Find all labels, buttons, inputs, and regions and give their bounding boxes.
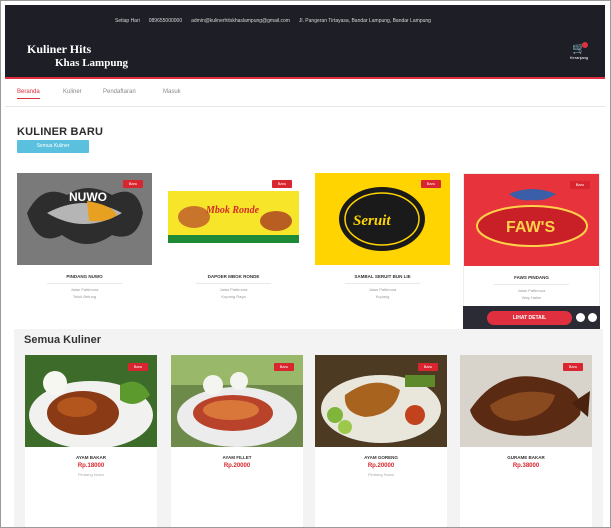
new-badge: Baru: [123, 180, 143, 188]
menu-item-card[interactable]: Baru AYAM BAKAR Rp.18000 Pindang Nuwo: [25, 355, 157, 527]
divider: [196, 283, 271, 284]
kuliner-area: Kupang: [375, 294, 390, 299]
new-kuliner-card[interactable]: NUWO Baru PINDANG NUWO Jalan Pattimura T…: [17, 173, 152, 308]
nav-item-beranda[interactable]: Beranda: [17, 89, 40, 99]
topbar-phone: 089655000000: [148, 18, 183, 24]
kuliner-name: DAPOER MBOK RONDE: [207, 274, 260, 279]
menu-item-price: Rp.20000: [367, 463, 395, 469]
kuliner-name: SAMBAL SERUIT BUN LIE: [354, 274, 411, 279]
new-badge: Baru: [563, 363, 583, 371]
menu-item-name: GURAME BAKAR: [507, 455, 545, 460]
contact-topbar: Setiap Hari 089655000000 admin@kulinerhi…: [115, 18, 595, 24]
topbar-hours: Setiap Hari: [115, 18, 140, 24]
new-kuliner-card[interactable]: Mbok Ronde Baru DAPOER MBOK RONDE Jalan …: [166, 173, 301, 308]
all-kuliner-button[interactable]: Semua Kuliner: [17, 140, 89, 153]
carousel-dot[interactable]: [576, 313, 585, 322]
topbar-email: admin@kulinerhitskhaslampung@gmail.com: [191, 18, 290, 24]
carousel-dot[interactable]: [588, 313, 597, 322]
divider: [345, 283, 420, 284]
cart-badge: [582, 42, 588, 48]
new-badge: Baru: [274, 363, 294, 371]
new-kuliner-card[interactable]: Seruit Baru SAMBAL SERUIT BUN LIE Jalan …: [315, 173, 450, 308]
seruit-logo-text: Seruit: [353, 213, 391, 229]
new-kuliner-card[interactable]: FAW'S Baru FAWS PINDANG Jalan Pattimura …: [463, 173, 600, 308]
divider: [494, 284, 569, 285]
mbok-ronde-logo-text: Mbok Ronde: [205, 205, 260, 216]
kuliner-address: Jalan Pattimura: [70, 287, 99, 292]
menu-item-store: Pindang Nuwo: [77, 472, 105, 477]
nuwo-logo-text: NUWO: [69, 190, 107, 204]
nav-item-pendaftaran[interactable]: Pendaftaran: [103, 89, 136, 95]
kuliner-area: Way Halim: [521, 295, 542, 300]
cart-icon: 🛒: [572, 43, 586, 55]
brand-line-1: Kuliner Hits: [27, 42, 92, 56]
menu-item-card[interactable]: Baru AYAM GORENG Rp.20000 Pindang Nuwo: [315, 355, 447, 527]
menu-item-name: AYAM BAKAR: [76, 455, 106, 460]
new-badge: Baru: [570, 181, 590, 189]
browser-frame: Setiap Hari 089655000000 admin@kulinerhi…: [0, 0, 611, 528]
new-badge: Baru: [128, 363, 148, 371]
kuliner-name: PINDANG NUWO: [66, 274, 103, 279]
detail-button[interactable]: LIHAT DETAIL: [487, 311, 572, 325]
kuliner-address: Jalan Pattimura: [219, 287, 248, 292]
menu-item-name: AYAM FILLET: [222, 455, 252, 460]
brand-line-2: Khas Lampung: [55, 57, 129, 69]
section-title-semua-kuliner: Semua Kuliner: [24, 334, 102, 346]
kuliner-address: Jalan Pattimura: [517, 288, 546, 293]
nav-item-masuk[interactable]: Masuk: [163, 89, 181, 95]
menu-item-card[interactable]: Baru GURAME BAKAR Rp.38000: [460, 355, 592, 527]
kuliner-area: Teluk Betung: [72, 294, 97, 299]
menu-item-card[interactable]: Baru AYAM FILLET Rp.20000: [171, 355, 303, 527]
menu-item-store: Pindang Nuwo: [367, 472, 395, 477]
kuliner-name: FAWS PINDANG: [514, 275, 549, 280]
kuliner-area: Kupang Raya: [221, 294, 246, 299]
site-header: Setiap Hari 089655000000 admin@kulinerhi…: [5, 5, 605, 79]
menu-item-price: Rp.38000: [512, 463, 540, 469]
topbar-address: Jl. Pangeran Tirtayasa, Bandar Lampung, …: [298, 18, 431, 24]
main-nav: Beranda Kuliner Pendaftaran Masuk: [5, 81, 605, 107]
site-logo[interactable]: Kuliner Hits Khas Lampung: [27, 42, 128, 70]
cart-button[interactable]: 🛒 Keranjang: [563, 42, 595, 67]
new-badge: Baru: [418, 363, 438, 371]
section-title-kuliner-baru: KULINER BARU: [17, 126, 104, 138]
menu-item-name: AYAM GORENG: [364, 455, 398, 460]
faws-logo-text: FAW'S: [506, 219, 555, 236]
new-badge: Baru: [421, 180, 441, 188]
divider: [47, 283, 122, 284]
kuliner-address: Jalan Pattimura: [368, 287, 397, 292]
menu-item-price: Rp.20000: [223, 463, 251, 469]
new-badge: Baru: [272, 180, 292, 188]
cart-label: Keranjang: [569, 55, 589, 60]
nav-item-kuliner[interactable]: Kuliner: [63, 89, 82, 95]
menu-item-price: Rp.18000: [77, 463, 105, 469]
